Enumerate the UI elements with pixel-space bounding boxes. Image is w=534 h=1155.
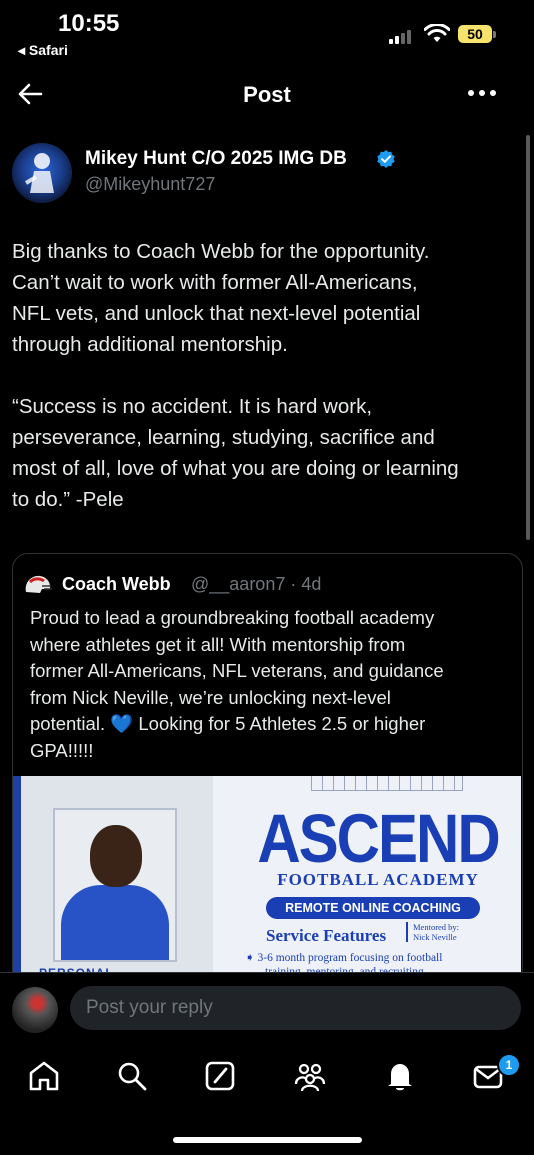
quoted-author-name[interactable]: Coach Webb (62, 574, 171, 595)
quoted-post-text: Proud to lead a groundbreaking football … (30, 607, 444, 761)
athlete-head (90, 825, 142, 887)
notifications-icon[interactable] (382, 1058, 418, 1094)
flyer-subtitle: FOOTBALL ACADEMY (277, 870, 479, 889)
arrow-bullet-icon: ➧ (245, 952, 258, 964)
author-handle[interactable]: @Mikeyhunt727 (85, 174, 215, 195)
messages-badge: 1 (497, 1053, 521, 1077)
flyer-service-heading: Service Features (266, 926, 387, 945)
wifi-icon (424, 24, 450, 42)
flyer-pill: REMOTE ONLINE COACHING (266, 897, 480, 919)
quoted-author-meta: @__aaron7 · 4d (191, 574, 322, 594)
flyer-grid-strip (311, 776, 463, 791)
cellular-signal-icon (389, 28, 417, 44)
grok-icon[interactable] (202, 1058, 238, 1094)
search-icon[interactable] (114, 1058, 150, 1094)
flyer-feature-text: 3-6 month program focusing on football (257, 952, 443, 964)
verified-badge-icon (377, 150, 395, 168)
author-avatar[interactable] (12, 143, 72, 203)
author-name[interactable]: Mikey Hunt C/O 2025 IMG DB (85, 148, 347, 170)
battery-indicator: 50 (458, 25, 492, 43)
battery-cap (493, 31, 496, 38)
more-options-icon[interactable] (468, 90, 498, 98)
athlete-photo (53, 808, 177, 962)
flyer-mentored-by: Mentored by: Nick Neville (406, 922, 481, 942)
quoted-post-image[interactable]: PERSONAL ASCEND FOOTBALL ACADEMY REMOTE … (13, 776, 521, 976)
reply-placeholder[interactable]: Post your reply (86, 997, 213, 1019)
flyer-title: ASCEND (257, 799, 500, 878)
page-title: Post (243, 82, 291, 107)
post-text: Big thanks to Coach Webb for the opportu… (12, 240, 459, 511)
home-indicator[interactable] (173, 1137, 362, 1143)
scrollbar[interactable] (526, 135, 530, 540)
communities-icon[interactable] (292, 1058, 328, 1094)
back-to-safari-link[interactable]: ◂ Safari (18, 42, 68, 59)
current-user-avatar[interactable] (12, 987, 58, 1033)
home-icon[interactable] (26, 1058, 62, 1094)
athlete-shirt (61, 885, 169, 960)
flyer-feature-line: ➧ 3-6 month program focusing on football (245, 950, 442, 964)
status-time: 10:55 (58, 10, 120, 37)
flyer-accent-bar (13, 776, 21, 976)
quoted-author-avatar[interactable] (22, 572, 54, 596)
